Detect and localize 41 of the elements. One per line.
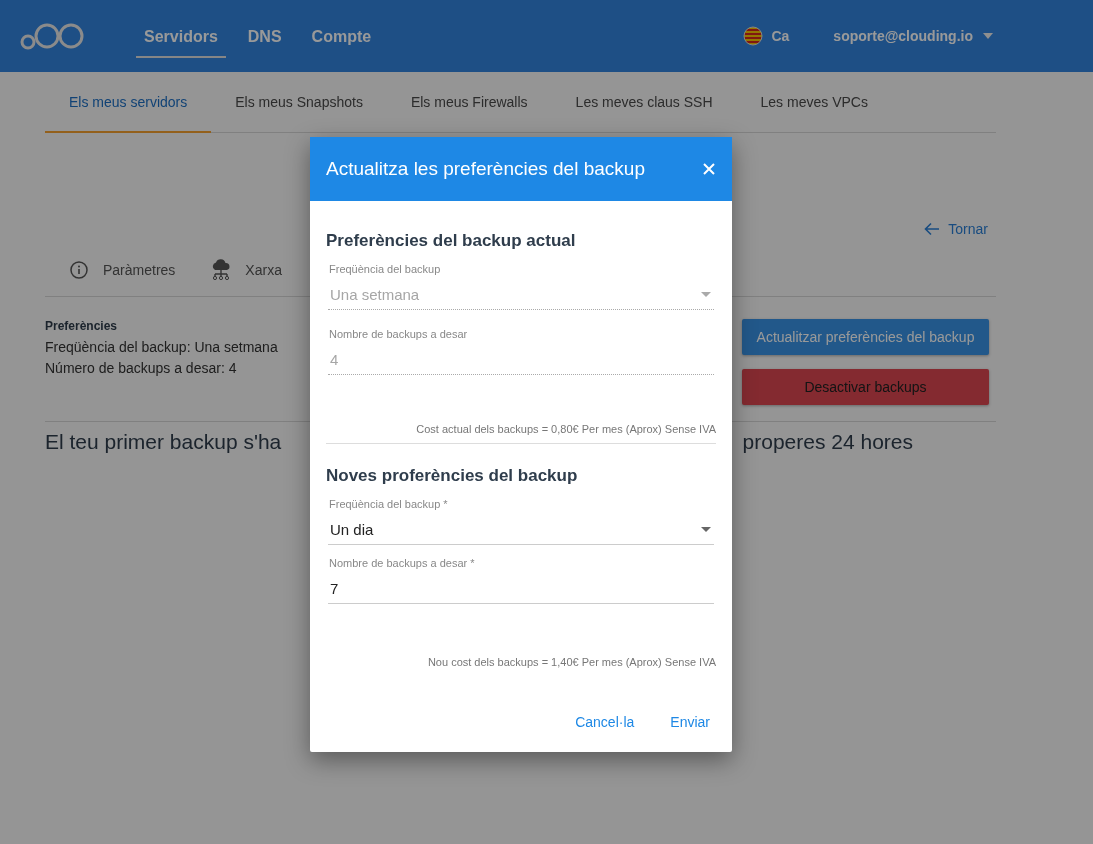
back-link[interactable]: Tornar (924, 221, 988, 237)
nav-tab[interactable]: Servidors (136, 18, 226, 58)
dropdown-icon (701, 526, 711, 532)
tab[interactable]: Les meves claus SSH (551, 72, 737, 133)
dialog-title: Actualitza les preferències del backup (326, 158, 645, 180)
cancel-button[interactable]: Cancel·la (567, 710, 643, 734)
nav-tab[interactable]: DNS (239, 18, 290, 58)
tab[interactable]: Les meves VPCs (736, 72, 892, 133)
account-menu[interactable]: soporte@clouding.io (833, 28, 993, 44)
close-icon[interactable] (702, 162, 716, 176)
language-label[interactable]: Ca (771, 28, 790, 44)
input-field[interactable]: 7 (328, 573, 714, 604)
nav-tab[interactable]: Compte (303, 18, 380, 58)
select-field[interactable]: Un dia (328, 514, 714, 545)
notice-heading: properes 24 hores (742, 430, 913, 454)
preferences-title: Preferències (45, 319, 119, 333)
section-title: Noves proferències del backup (326, 466, 579, 486)
tab[interactable]: Els meus servidors (45, 72, 212, 133)
cost-text: Cost actual dels backups = 0,80€ Per mes (Aprox) Sense IVA (415, 422, 716, 435)
tab[interactable]: Els meus Firewalls (386, 72, 552, 133)
field-label: Nombre de backups a desar * (328, 556, 476, 571)
cost-text: Nou cost dels backups = 1,40€ Per mes (Aprox) Sense IVA (426, 655, 716, 668)
server-tab[interactable]: Paràmetres (67, 259, 176, 281)
field-label: Nombre de backups a desar (328, 327, 469, 342)
preference-text: Freqüència del backup: Una setmana (45, 338, 278, 357)
disable-backups-button[interactable]: Desactivar backups (742, 369, 989, 405)
submit-button[interactable]: Enviar (662, 710, 718, 734)
tab[interactable]: Els meus Snapshots (211, 72, 387, 133)
caret-icon (983, 33, 993, 39)
server-tab[interactable]: Xarxa (209, 259, 282, 281)
dropdown-icon (701, 291, 711, 297)
logo-icon[interactable] (20, 21, 86, 51)
info-icon (67, 259, 91, 281)
preference-text: Número de backups a desar: 4 (45, 359, 238, 378)
field-label: Freqüència del backup (328, 262, 442, 277)
field-label: Freqüència del backup * (328, 497, 449, 512)
flag-icon[interactable] (743, 26, 764, 46)
arrow-left-icon (924, 222, 941, 236)
notice-heading: El teu primer backup s'ha (45, 430, 282, 454)
update-preferences-button[interactable]: Actualitzar preferències del backup (742, 319, 989, 355)
section-title: Preferències del backup actual (326, 231, 577, 251)
